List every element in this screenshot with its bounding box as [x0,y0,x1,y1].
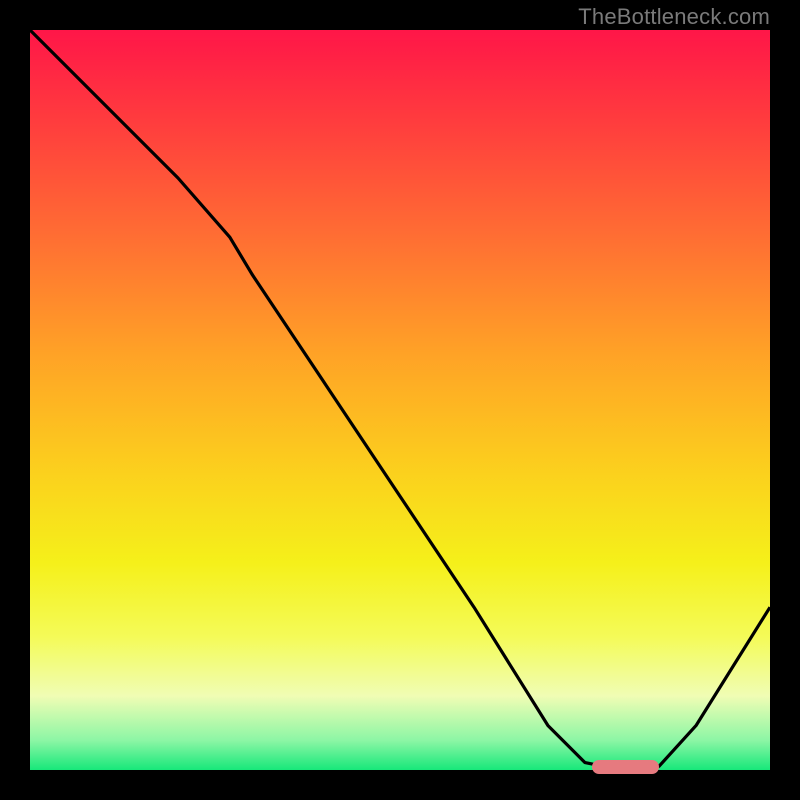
watermark-text: TheBottleneck.com [578,4,770,30]
plot-area [30,30,770,770]
optimum-marker [592,760,659,774]
bottleneck-curve-path [30,30,770,770]
chart-frame: TheBottleneck.com [0,0,800,800]
curve-layer [30,30,770,770]
